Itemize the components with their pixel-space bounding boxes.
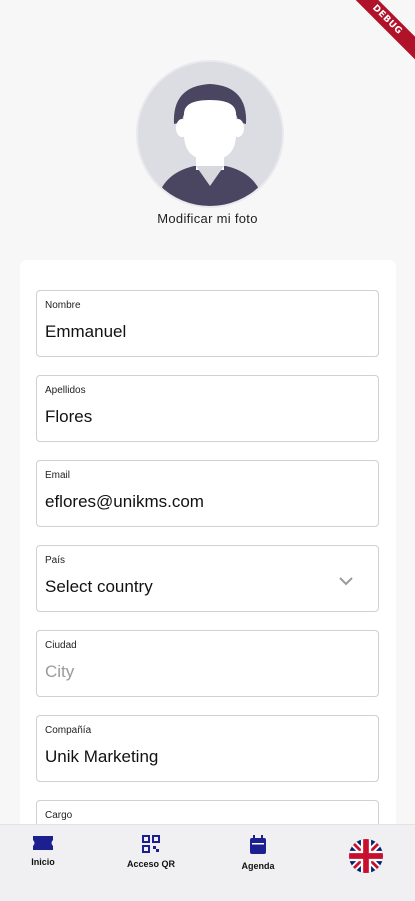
avatar[interactable] (136, 60, 284, 208)
last-name-field[interactable]: Apellidos Flores (36, 375, 379, 442)
first-name-field[interactable]: Nombre Emmanuel (36, 290, 379, 357)
uk-flag-icon (349, 839, 383, 873)
field-value: eflores@unikms.com (45, 492, 204, 511)
country-select[interactable]: País Select country (36, 545, 379, 612)
debug-banner: DEBUG (338, 0, 415, 69)
field-label: Ciudad (45, 640, 77, 651)
nav-item-agenda[interactable]: Agenda (218, 835, 298, 871)
nav-label: Agenda (241, 861, 275, 871)
field-label: Nombre (45, 300, 81, 311)
field-label: Cargo (45, 810, 73, 821)
field-label: País (45, 555, 66, 566)
nav-item-inicio[interactable]: Inicio (3, 835, 83, 867)
field-value: Unik Marketing (45, 747, 159, 766)
language-selector[interactable] (349, 839, 383, 873)
company-field[interactable]: Compañía Unik Marketing (36, 715, 379, 782)
field-value: Emmanuel (45, 322, 127, 341)
bottom-navigation: Inicio Acceso QR Agenda (0, 824, 415, 901)
nav-label: Acceso QR (126, 859, 176, 869)
ticket-icon (33, 836, 53, 850)
field-label: Apellidos (45, 385, 86, 396)
change-photo-link[interactable]: Modificar mi foto (0, 211, 415, 226)
city-field[interactable]: Ciudad City (36, 630, 379, 697)
field-label: Compañía (45, 725, 92, 736)
field-value: Select country (45, 577, 153, 596)
qr-code-icon (142, 835, 160, 853)
avatar-placeholder-icon (138, 62, 282, 206)
calendar-icon (250, 835, 266, 854)
nav-item-acceso-qr[interactable]: Acceso QR (111, 835, 191, 869)
field-label: Email (45, 470, 71, 481)
chevron-down-icon[interactable] (338, 576, 354, 586)
email-field[interactable]: Email eflores@unikms.com (36, 460, 379, 527)
field-value: Flores (45, 407, 93, 426)
field-placeholder: City (45, 662, 75, 681)
nav-label: Inicio (31, 857, 55, 867)
